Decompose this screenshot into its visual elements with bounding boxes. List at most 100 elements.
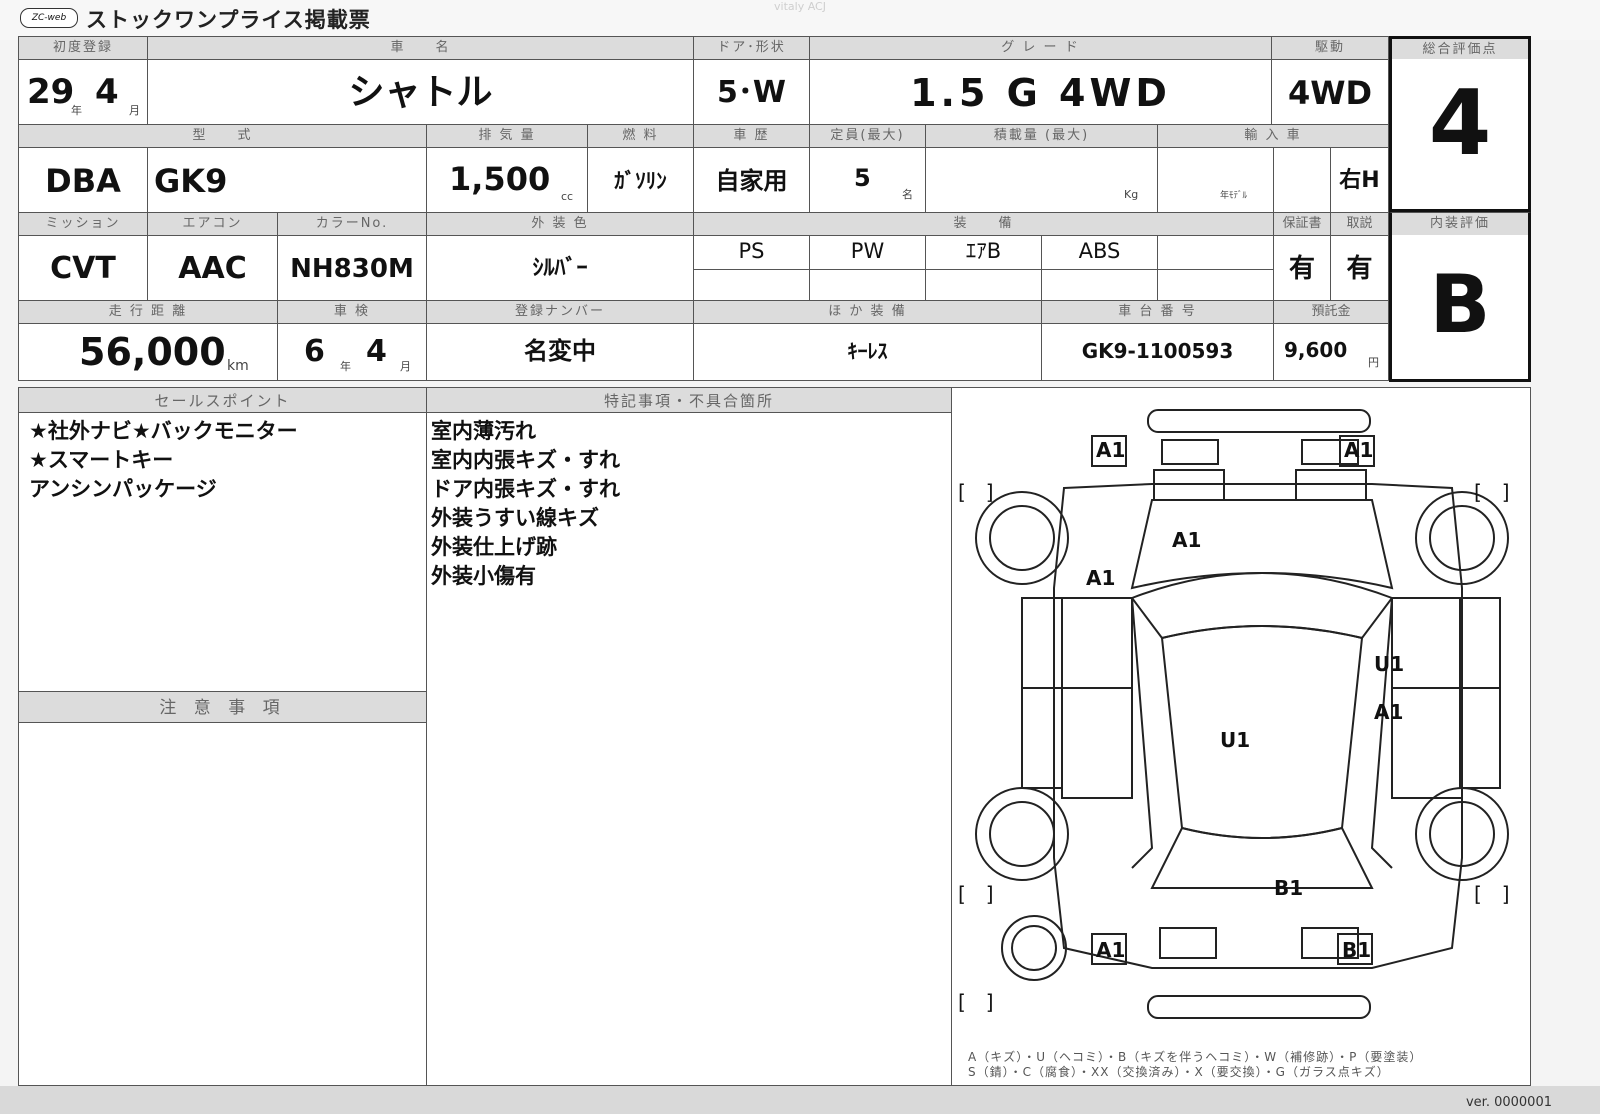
damage-mark: A1 bbox=[1096, 438, 1126, 462]
drive: 4WD bbox=[1271, 59, 1389, 125]
rear-door-left bbox=[1021, 687, 1063, 789]
rear-glass bbox=[1150, 826, 1374, 889]
note-item: 室内薄汚れ bbox=[431, 419, 536, 443]
equipment-blank-row bbox=[1157, 269, 1274, 301]
displacement-cell: 1,500 cc bbox=[426, 147, 588, 213]
taillight-left bbox=[1159, 927, 1217, 959]
header-overall-score: 総合評価点 bbox=[1389, 36, 1531, 60]
inspection-year-unit: 年 bbox=[340, 360, 351, 373]
rear-door-right bbox=[1459, 687, 1501, 789]
door-panel-left bbox=[1061, 597, 1133, 799]
header-load: 積載量 (最大) bbox=[925, 124, 1158, 148]
hood bbox=[1130, 499, 1394, 590]
body-outline bbox=[1053, 483, 1463, 969]
header-first-registration: 初度登録 bbox=[18, 36, 148, 60]
other-equipment: ｷｰﾚｽ bbox=[693, 323, 1042, 381]
damage-mark: U1 bbox=[1374, 652, 1405, 676]
damage-mark: A1 bbox=[1374, 700, 1404, 724]
equipment-abs: ABS bbox=[1041, 235, 1158, 270]
bracket-field: [ ] bbox=[958, 882, 994, 906]
damage-diagram-panel: A1 A1 A1 A1 U1 A1 U1 B1 A1 B1 [ ] [ ] [ … bbox=[951, 387, 1531, 1086]
mileage-cell: 56,000 km bbox=[18, 323, 278, 381]
damage-legend: A（キズ）・U（ヘコミ）・B（キズを伴うヘコミ）・W（補修跡）・P（要塗装） S… bbox=[968, 1050, 1422, 1080]
bracket-field: [ ] bbox=[958, 990, 994, 1014]
aircon: AAC bbox=[147, 235, 278, 301]
equipment-blank-row bbox=[1041, 269, 1158, 301]
header-car-name: 車 名 bbox=[147, 36, 694, 60]
headlight-left bbox=[1161, 439, 1219, 465]
header-drive: 駆動 bbox=[1271, 36, 1389, 60]
notes-header: 特記事項・不具合箇所 bbox=[426, 387, 952, 413]
inspection-month-unit: 月 bbox=[400, 360, 411, 373]
note-item: 外装うすい線キズ bbox=[431, 506, 599, 530]
sales-point: ★社外ナビ★バックモニター bbox=[29, 419, 298, 443]
inspection-year: 6 bbox=[304, 334, 325, 369]
vehicle-use: 自家用 bbox=[693, 147, 810, 213]
header-mileage: 走 行 距 離 bbox=[18, 300, 278, 324]
legend-line: S（錆）・C（腐食）・XX（交換済み）・X（要交換）・G（ガラス点キズ） bbox=[968, 1065, 1390, 1079]
first-registration-cell: 29 年 4 月 bbox=[18, 59, 148, 125]
inspection-cell: 6 年 4 月 bbox=[277, 323, 427, 381]
windshield bbox=[1130, 572, 1394, 640]
logo: ZC-web bbox=[20, 8, 78, 28]
model-year-label: 年ﾓﾃﾞﾙ bbox=[1220, 191, 1248, 201]
header-fuel: 燃 料 bbox=[587, 124, 694, 148]
chassis-number: GK9-1100593 bbox=[1041, 323, 1274, 381]
recycle-cell: 9,600 円 bbox=[1273, 323, 1389, 381]
header-chassis: 車 台 番 号 bbox=[1041, 300, 1274, 324]
bracket-field: [ ] bbox=[1474, 480, 1510, 504]
sheet-title: ストックワンプライス掲載票 bbox=[86, 8, 371, 32]
front-door-right bbox=[1459, 597, 1501, 689]
recycle-deposit: 9,600 bbox=[1284, 338, 1348, 362]
header-warranty: 保証書 bbox=[1273, 212, 1331, 236]
damage-mark: A1 bbox=[1344, 438, 1374, 462]
sales-point: アンシンパッケージ bbox=[29, 477, 217, 501]
import-blank bbox=[1273, 147, 1331, 213]
rear-bumper bbox=[1147, 995, 1371, 1019]
steering: 右H bbox=[1330, 147, 1389, 213]
damage-mark: A1 bbox=[1172, 528, 1202, 552]
overall-score: 4 bbox=[1389, 59, 1531, 212]
note-item: 外装仕上げ跡 bbox=[431, 535, 557, 559]
legend-line: A（キズ）・U（ヘコミ）・B（キズを伴うヘコミ）・W（補修跡）・P（要塗装） bbox=[968, 1050, 1423, 1064]
caution-panel bbox=[18, 722, 427, 1086]
person-unit: 名 bbox=[902, 188, 913, 201]
header-import: 輸 入 車 bbox=[1157, 124, 1389, 148]
model-code: GK9 bbox=[147, 147, 427, 213]
header-exterior-color: 外 装 色 bbox=[426, 212, 694, 236]
damage-mark: A1 bbox=[1096, 938, 1126, 962]
damage-mark: B1 bbox=[1342, 938, 1372, 962]
fuel: ｶﾞｿﾘﾝ bbox=[587, 147, 694, 213]
sales-points-header: セールスポイント bbox=[18, 387, 427, 413]
equipment-ps: PS bbox=[693, 235, 810, 270]
roof bbox=[1160, 625, 1364, 839]
notes-panel: 室内薄汚れ 室内内張キズ・すれ ドア内張キズ・すれ 外装うすい線キズ 外装仕上げ… bbox=[426, 412, 952, 1086]
header-capacity: 定員(最大) bbox=[809, 124, 926, 148]
bracket-field: [ ] bbox=[958, 480, 994, 504]
grade: 1.5 G 4WD bbox=[809, 59, 1272, 125]
first-reg-year: 29 bbox=[27, 72, 75, 112]
damage-mark: U1 bbox=[1220, 728, 1251, 752]
month-unit: 月 bbox=[129, 104, 140, 117]
a-pillar-right bbox=[1370, 597, 1393, 869]
warranty: 有 bbox=[1273, 235, 1331, 301]
equipment-pw: PW bbox=[809, 235, 926, 270]
yen-unit: 円 bbox=[1368, 356, 1379, 369]
bracket-field: [ ] bbox=[1474, 882, 1510, 906]
header-plate: 登録ナンバー bbox=[426, 300, 694, 324]
load-cell: Kg bbox=[925, 147, 1158, 213]
exterior-color: ｼﾙﾊﾞｰ bbox=[426, 235, 694, 301]
sales-point: ★スマートキー bbox=[29, 448, 174, 472]
header-interior-score: 内装評価 bbox=[1389, 212, 1531, 236]
cc-unit: cc bbox=[561, 190, 574, 203]
note-item: 外装小傷有 bbox=[431, 564, 536, 588]
damage-mark: A1 bbox=[1086, 566, 1116, 590]
interior-score: B bbox=[1389, 235, 1531, 382]
a-pillar-left bbox=[1131, 597, 1154, 869]
first-reg-month: 4 bbox=[95, 72, 119, 112]
header-vehicle-use: 車 歴 bbox=[693, 124, 810, 148]
model-prefix: DBA bbox=[18, 147, 148, 213]
damage-mark: B1 bbox=[1274, 876, 1304, 900]
header-equipment: 装 備 bbox=[693, 212, 1274, 236]
note-item: ドア内張キズ・すれ bbox=[431, 477, 620, 501]
